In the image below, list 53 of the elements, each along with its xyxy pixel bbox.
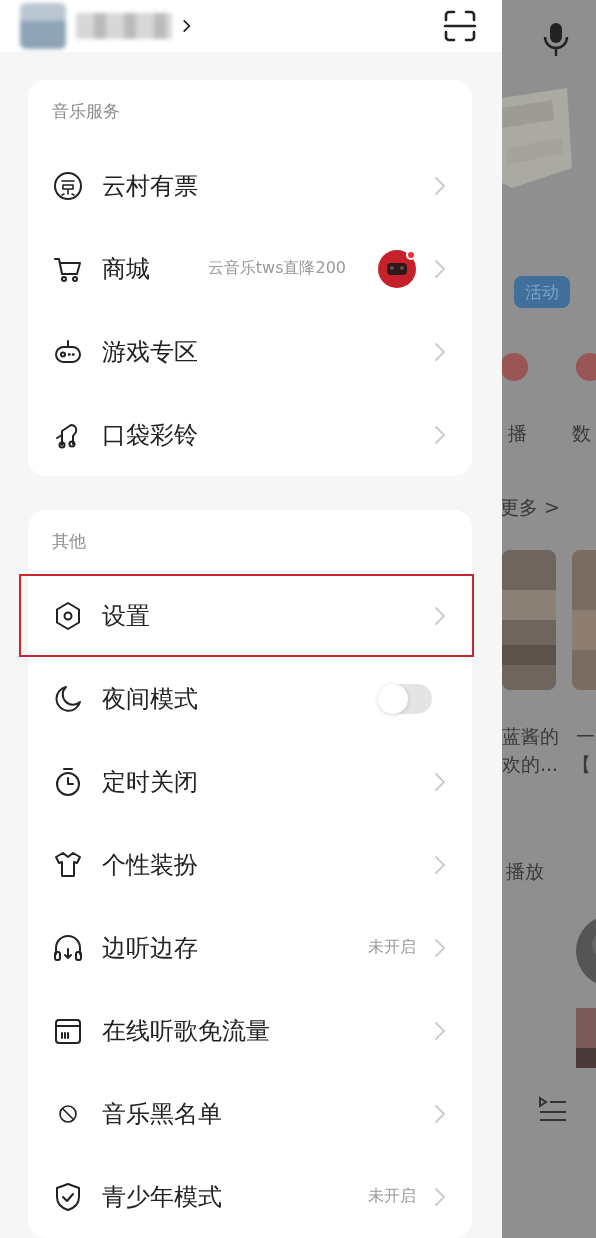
menu-item[interactable]: 云村有票 (28, 144, 472, 227)
menu-item[interactable]: 定时关闭 (28, 740, 472, 823)
item-label: 青少年模式 (102, 1181, 222, 1213)
item-label: 夜间模式 (102, 683, 198, 715)
shortcut-label: 数 (572, 421, 591, 446)
avatar[interactable] (20, 3, 66, 49)
chevron-icon (434, 175, 446, 196)
chevron-icon (434, 424, 446, 445)
menu-item[interactable]: 青少年模式 未开启 (28, 1155, 472, 1238)
chevron-icon (434, 1020, 446, 1041)
item-label: 边听边存 (102, 932, 198, 964)
chevron-icon (434, 1186, 446, 1207)
chevron-icon (434, 937, 446, 958)
card-caption: 蓝酱的 (502, 724, 559, 749)
item-label: 口袋彩铃 (102, 419, 198, 451)
card-caption: 【 (572, 752, 591, 777)
card-caption: 欢的... (502, 752, 559, 777)
chevron-icon (182, 19, 191, 33)
item-label: 游戏专区 (102, 336, 198, 368)
chevron-icon (434, 854, 446, 875)
blurred-username[interactable] (76, 13, 172, 39)
item-label: 商城 (102, 253, 150, 285)
toggle-switch[interactable] (378, 683, 432, 714)
menu-item[interactable]: 在线听歌免流量 (28, 989, 472, 1072)
menu-item[interactable]: 夜间模式 (28, 657, 472, 740)
menu-item[interactable]: 口袋彩铃 (28, 393, 472, 476)
item-label: 在线听歌免流量 (102, 1015, 270, 1047)
chevron-icon (434, 1103, 446, 1124)
chevron-icon (434, 341, 446, 362)
shortcut-label: 播 (508, 421, 527, 446)
item-detail: 云音乐tws直降200 (207, 258, 346, 279)
menu-item[interactable]: 边听边存 未开启 (28, 906, 472, 989)
item-label: 个性装扮 (102, 849, 198, 881)
menu-item[interactable]: 音乐黑名单 (28, 1072, 472, 1155)
menu-item[interactable]: 个性装扮 (28, 823, 472, 906)
card-caption: 一 (576, 724, 595, 749)
item-label: 定时关闭 (102, 766, 198, 798)
menu-item[interactable]: 游戏专区 (28, 310, 472, 393)
item-detail: 未开启 (368, 1186, 416, 1207)
chevron-icon (434, 605, 446, 626)
scan-icon[interactable] (442, 8, 478, 44)
chevron-icon (434, 771, 446, 792)
item-label: 云村有票 (102, 170, 198, 202)
item-label: 音乐黑名单 (102, 1098, 222, 1130)
item-detail: 未开启 (368, 937, 416, 958)
play-label: 播放 (506, 859, 544, 884)
menu-item[interactable]: 商城 云音乐tws直降200 (28, 227, 472, 310)
section-heading: 音乐服务 (51, 100, 121, 123)
highlighted-menu-item[interactable]: 设置 (19, 574, 474, 657)
section-heading: 其他 (51, 530, 87, 553)
item-label: 设置 (102, 600, 150, 632)
ticket-icon (52, 169, 84, 202)
chevron-icon (434, 258, 446, 279)
